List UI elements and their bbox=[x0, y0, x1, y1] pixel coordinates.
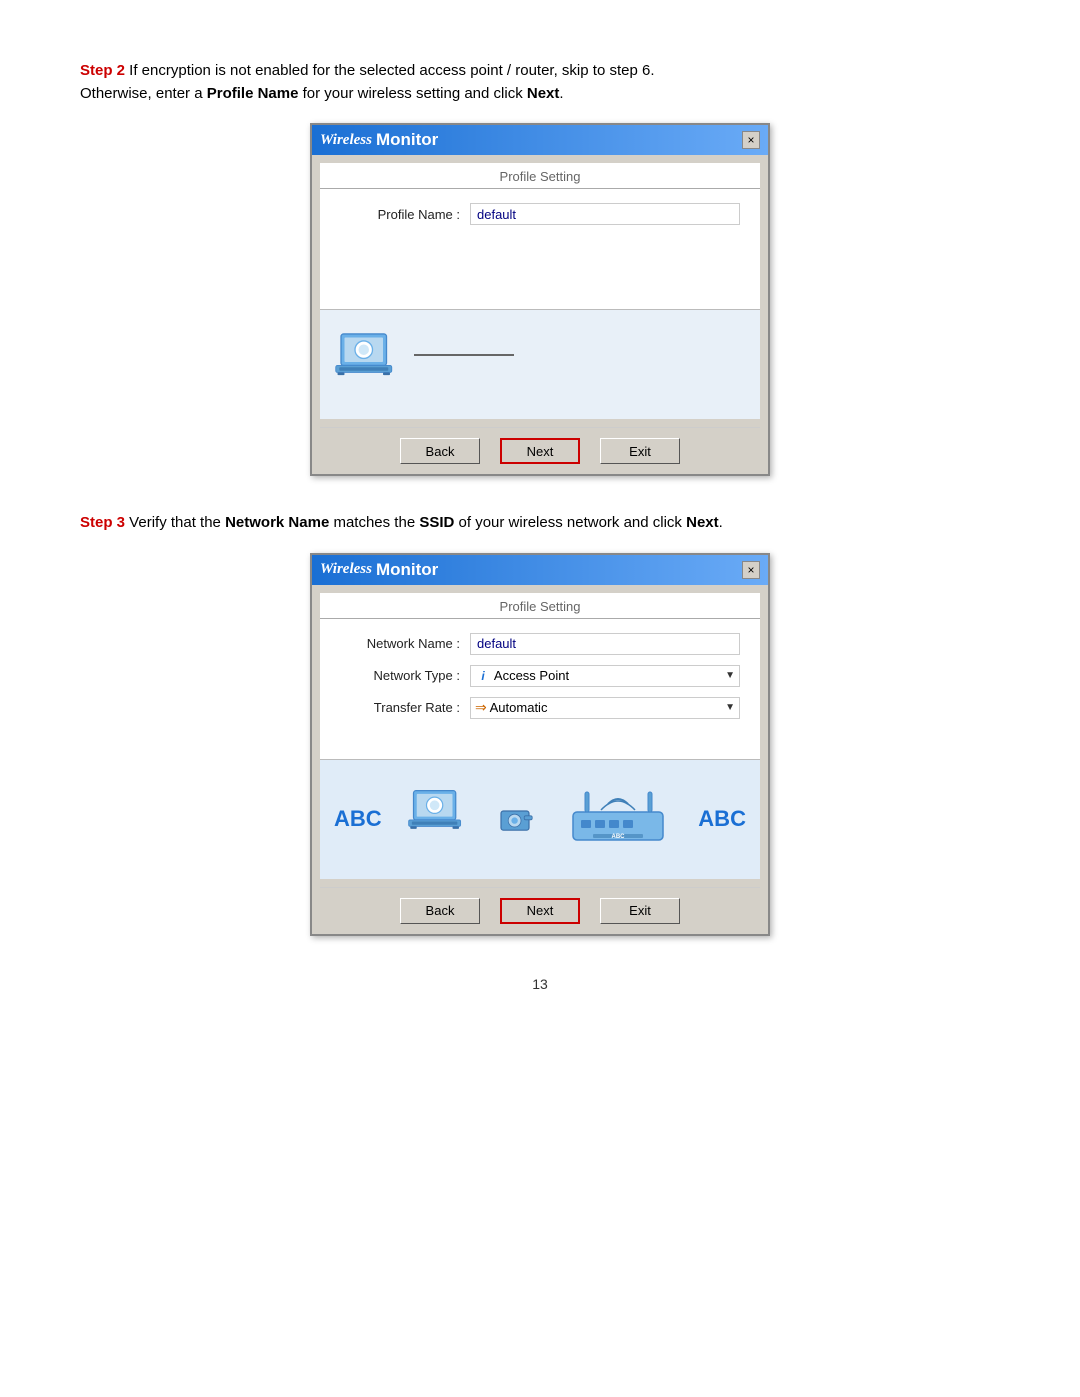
step3-camera-icon bbox=[497, 799, 537, 839]
step2-button-bar: Back Next Exit bbox=[312, 428, 768, 474]
step3-text: Step 3 Verify that the Network Name matc… bbox=[80, 512, 1000, 535]
step2-label: Step 2 bbox=[80, 62, 125, 79]
step3-abc-left: ABC bbox=[334, 806, 382, 832]
step3-network-type-label: Network Type : bbox=[340, 668, 460, 683]
step3-network-type-row: Network Type : i Access Point ▼ bbox=[340, 665, 740, 687]
step2-close-button[interactable]: × bbox=[742, 131, 760, 149]
step3-network-name-label: Network Name : bbox=[340, 636, 460, 651]
step3-network-type-arrow: ▼ bbox=[725, 670, 735, 681]
step2-titlebar: Wireless Monitor × bbox=[312, 125, 768, 155]
step3-network-name-input[interactable] bbox=[470, 633, 740, 655]
step3-title-regular: Monitor bbox=[376, 560, 438, 580]
step3-network-name-row: Network Name : bbox=[340, 633, 740, 655]
step2-window-wrapper: Wireless Monitor × Profile Setting Profi… bbox=[80, 123, 1000, 476]
step3-illustration: ABC bbox=[320, 759, 760, 879]
step3-network-type-icon: i bbox=[475, 669, 491, 683]
step3-transfer-rate-icon: ⇒ bbox=[475, 699, 487, 716]
step3-block: Step 3 Verify that the Network Name matc… bbox=[80, 512, 1000, 936]
step3-window-wrapper: Wireless Monitor × Profile Setting Netwo… bbox=[80, 553, 1000, 936]
step2-form-area: Profile Name : bbox=[320, 189, 760, 309]
svg-text:ABC: ABC bbox=[611, 834, 625, 840]
step2-illustration bbox=[320, 309, 760, 419]
step2-title-italic: Wireless bbox=[320, 132, 372, 149]
step2-profile-header: Profile Setting bbox=[320, 163, 760, 189]
step2-laptop-icon bbox=[334, 330, 404, 400]
step3-transfer-rate-select[interactable]: ⇒ Automatic ▼ bbox=[470, 697, 740, 719]
step3-window-title: Wireless Monitor bbox=[320, 560, 438, 580]
step3-profile-header: Profile Setting bbox=[320, 593, 760, 619]
step2-next-button[interactable]: Next bbox=[500, 438, 580, 464]
step3-laptop-icon bbox=[407, 787, 472, 852]
step2-back-button[interactable]: Back bbox=[400, 438, 480, 464]
step3-close-button[interactable]: × bbox=[742, 561, 760, 579]
step2-profile-name-label: Profile Name : bbox=[340, 207, 460, 222]
step2-profile-name-row: Profile Name : bbox=[340, 203, 740, 225]
step2-text: Step 2 If encryption is not enabled for … bbox=[80, 60, 1000, 105]
step2-block: Step 2 If encryption is not enabled for … bbox=[80, 60, 1000, 476]
page-number: 13 bbox=[80, 976, 1000, 992]
step3-back-button[interactable]: Back bbox=[400, 898, 480, 924]
step3-title-italic: Wireless bbox=[320, 561, 372, 578]
step2-window-title: Wireless Monitor bbox=[320, 130, 438, 150]
step3-router-icon: ABC bbox=[563, 784, 673, 854]
step3-transfer-rate-label: Transfer Rate : bbox=[340, 700, 460, 715]
step2-title-regular: Monitor bbox=[376, 130, 438, 150]
step2-window: Wireless Monitor × Profile Setting Profi… bbox=[310, 123, 770, 476]
step2-exit-button[interactable]: Exit bbox=[600, 438, 680, 464]
step3-form-area: Network Name : Network Type : i Access P… bbox=[320, 619, 760, 759]
step3-button-bar: Back Next Exit bbox=[312, 888, 768, 934]
step3-abc-right: ABC bbox=[698, 806, 746, 832]
step3-label: Step 3 bbox=[80, 514, 125, 531]
step3-exit-button[interactable]: Exit bbox=[600, 898, 680, 924]
step3-titlebar: Wireless Monitor × bbox=[312, 555, 768, 585]
step2-profile-name-input[interactable] bbox=[470, 203, 740, 225]
step3-window: Wireless Monitor × Profile Setting Netwo… bbox=[310, 553, 770, 936]
step3-next-button[interactable]: Next bbox=[500, 898, 580, 924]
step2-line bbox=[414, 354, 514, 356]
step3-network-type-select[interactable]: i Access Point ▼ bbox=[470, 665, 740, 687]
step3-transfer-rate-row: Transfer Rate : ⇒ Automatic ▼ bbox=[340, 697, 740, 719]
step3-transfer-rate-arrow: ▼ bbox=[725, 702, 735, 713]
